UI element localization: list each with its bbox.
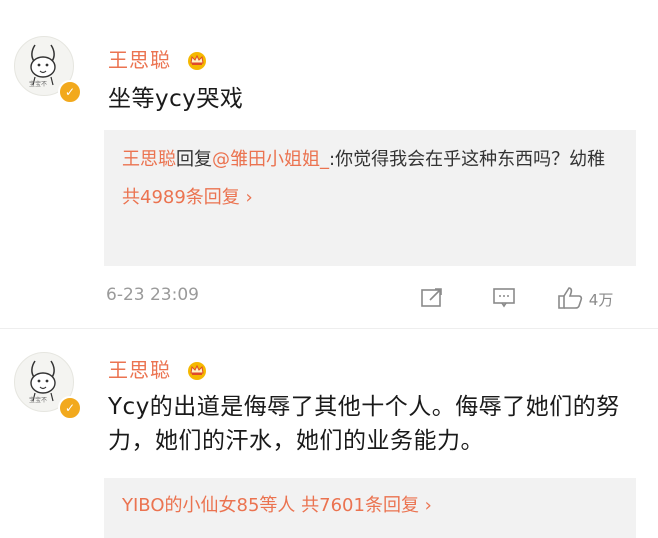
like-button[interactable]: 4万: [556, 286, 613, 310]
divider: [0, 328, 658, 329]
verified-icon: ✓: [58, 80, 82, 104]
comment-text: Ycy的出道是侮辱了其他十个人。侮辱了她们的努力，她们的汗水，她们的业务能力。: [108, 394, 620, 454]
avatar-caption: 宝宝不: [29, 397, 48, 404]
comment-button[interactable]: [492, 286, 516, 312]
username[interactable]: 王思聪: [108, 44, 208, 73]
like-icon: [558, 287, 583, 309]
reply-body: :你觉得我会在乎这种东西吗？幼稚: [329, 149, 606, 170]
more-replies-link[interactable]: 共4989条回复 ›: [122, 182, 618, 214]
comment-text: 坐等ycy哭戏: [108, 86, 244, 112]
comment-icon: [493, 288, 515, 308]
share-button[interactable]: [420, 286, 444, 312]
verified-icon: ✓: [58, 396, 82, 420]
username[interactable]: 王思聪: [108, 354, 208, 383]
avatar[interactable]: 宝宝不 ✓: [14, 36, 82, 104]
like-count: 4万: [588, 291, 614, 309]
reply-box[interactable]: YIBO的小仙女85等人 共7601条回复 ›: [104, 478, 636, 538]
avatar[interactable]: 宝宝不 ✓: [14, 352, 82, 420]
reply-user[interactable]: 王思聪: [122, 149, 176, 170]
more-replies-link[interactable]: YIBO的小仙女85等人 共7601条回复 ›: [122, 490, 618, 522]
share-icon: [421, 288, 442, 307]
reply-box[interactable]: 王思聪回复@雏田小姐姐_:你觉得我会在乎这种东西吗？幼稚 共4989条回复 ›: [104, 130, 636, 266]
reply-text: 王思聪回复@雏田小姐姐_:你觉得我会在乎这种东西吗？幼稚: [122, 144, 618, 176]
comment-time: 6-23 23:09: [106, 285, 199, 305]
crown-icon: [188, 362, 207, 380]
crown-icon: [188, 52, 207, 70]
username-text[interactable]: 王思聪: [108, 48, 171, 72]
reply-verb: 回复: [176, 149, 212, 170]
avatar-caption: 宝宝不: [29, 81, 48, 88]
username-text[interactable]: 王思聪: [108, 358, 171, 382]
reply-mention[interactable]: @雏田小姐姐_: [212, 149, 329, 170]
